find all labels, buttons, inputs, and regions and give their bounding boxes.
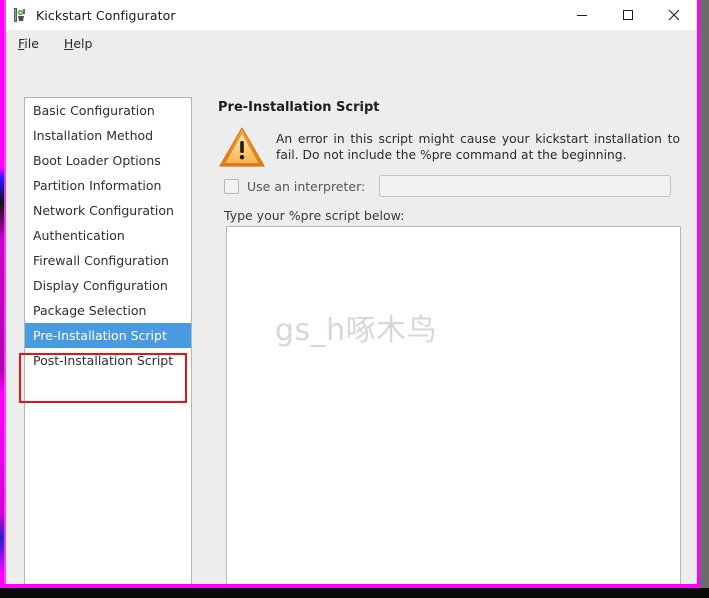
sidebar-item[interactable]: Boot Loader Options	[25, 148, 191, 173]
warning-banner: An error in this script might cause your…	[218, 123, 688, 169]
capture-edge-right	[700, 0, 709, 598]
sidebar-item[interactable]: Partition Information	[25, 173, 191, 198]
interpreter-row: Use an interpreter:	[224, 175, 672, 197]
use-interpreter-checkbox[interactable]	[224, 178, 239, 194]
menu-help-rest: elp	[73, 35, 93, 51]
use-interpreter-label: Use an interpreter:	[247, 178, 366, 194]
detail-pane: Pre-Installation Script An error in this…	[218, 57, 697, 584]
title-bar: Kickstart Configurator	[6, 0, 697, 30]
minimize-button[interactable]	[559, 0, 605, 30]
kickstart-configurator-window: Kickstart Configurator File Help Basic C…	[6, 0, 697, 584]
close-icon	[668, 9, 680, 21]
page-title: Pre-Installation Script	[218, 100, 380, 115]
sidebar-item[interactable]: Pre-Installation Script	[25, 323, 191, 348]
section-list[interactable]: Basic Configuration Installation Method Bo…	[24, 97, 192, 584]
window-title: Kickstart Configurator	[36, 7, 176, 23]
maximize-icon	[623, 10, 633, 20]
interpreter-input[interactable]	[379, 175, 672, 197]
menu-item-file[interactable]: File	[14, 34, 50, 53]
sidebar-item[interactable]: Package Selection	[25, 298, 191, 323]
script-label: Type your %pre script below:	[224, 208, 405, 223]
script-textarea[interactable]: gs_h啄木鸟	[226, 226, 681, 584]
menu-file-rest: ile	[24, 35, 39, 51]
maximize-button[interactable]	[605, 0, 651, 30]
minimize-icon	[577, 15, 587, 16]
capture-edge-bottom	[0, 588, 709, 598]
screenshot-artifact: Kickstart Configurator File Help Basic C…	[0, 0, 709, 598]
window-controls	[559, 0, 697, 30]
warning-triangle-icon	[218, 125, 266, 169]
sidebar-item[interactable]: Firewall Configuration	[25, 248, 191, 273]
sidebar-item[interactable]: Basic Configuration	[25, 98, 191, 123]
sidebar-item[interactable]: Post-Installation Script	[25, 348, 191, 373]
kickstart-icon	[12, 7, 28, 23]
watermark-text: gs_h啄木鸟	[275, 313, 438, 348]
warning-message: An error in this script might cause your…	[276, 132, 680, 162]
sidebar-item[interactable]: Installation Method	[25, 123, 191, 148]
menu-help-mnemonic: H	[63, 35, 74, 51]
window-content: Basic Configuration Installation Method Bo…	[6, 57, 697, 584]
sidebar-item[interactable]: Authentication	[25, 223, 191, 248]
menu-bar: File Help	[6, 30, 697, 57]
menu-item-help[interactable]: Help	[60, 34, 104, 53]
sidebar-item[interactable]: Display Configuration	[25, 273, 191, 298]
close-button[interactable]	[651, 0, 697, 30]
sidebar-item[interactable]: Network Configuration	[25, 198, 191, 223]
